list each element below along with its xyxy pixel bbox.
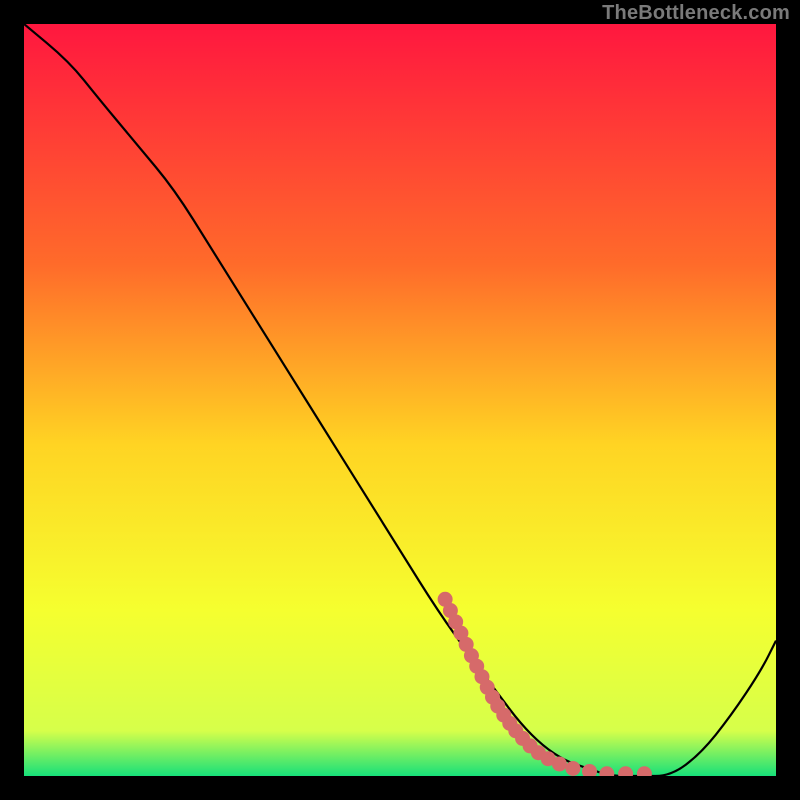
heatmap-background (24, 24, 776, 776)
highlight-dot (565, 761, 580, 776)
highlight-dot (552, 756, 567, 771)
chart-frame: TheBottleneck.com (0, 0, 800, 800)
bottleneck-chart (24, 24, 776, 776)
watermark-text: TheBottleneck.com (602, 2, 790, 25)
